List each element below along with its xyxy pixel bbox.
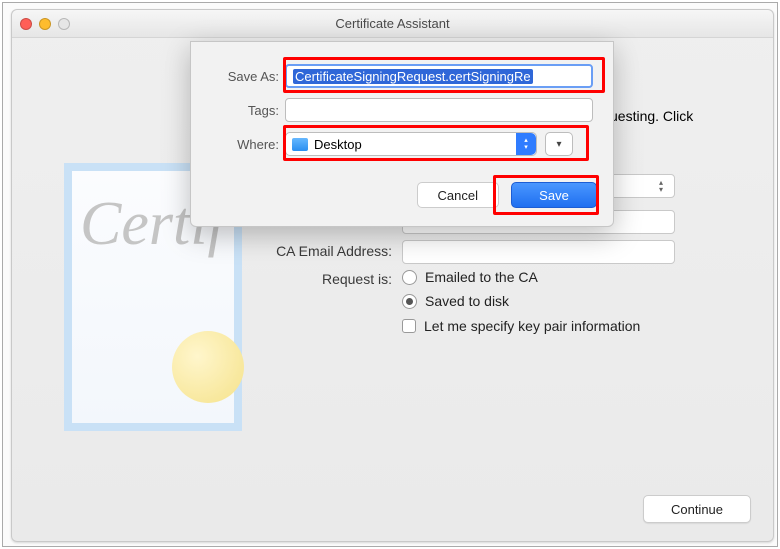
seal-icon <box>172 331 244 403</box>
tags-label: Tags: <box>207 103 285 118</box>
radio-emailed[interactable] <box>402 270 417 285</box>
ca-email-label: CA Email Address: <box>266 243 392 259</box>
continue-button-label: Continue <box>671 502 723 517</box>
continue-button[interactable]: Continue <box>643 495 751 523</box>
radio-saved-label: Saved to disk <box>425 293 509 309</box>
where-label: Where: <box>207 137 285 152</box>
request-is-label: Request is: <box>266 271 392 287</box>
ca-email-field[interactable] <box>402 240 675 264</box>
titlebar: Certificate Assistant <box>12 10 773 38</box>
save-as-field[interactable]: CertificateSigningRequest.certSigningRe <box>285 64 593 88</box>
save-button-label: Save <box>539 188 569 203</box>
specify-keypair-checkbox[interactable] <box>402 319 416 333</box>
folder-icon <box>292 138 308 151</box>
where-stepper-icon: ▴▾ <box>516 133 536 155</box>
cancel-button-label: Cancel <box>438 188 478 203</box>
where-value: Desktop <box>314 137 362 152</box>
chevron-down-icon: ▾ <box>556 139 561 150</box>
save-sheet: Save As: CertificateSigningRequest.certS… <box>190 41 614 227</box>
tags-field[interactable] <box>285 98 593 122</box>
app-window: Certificate Assistant uesting. Click Cer… <box>11 9 774 542</box>
cancel-button[interactable]: Cancel <box>417 182 499 208</box>
radio-emailed-label: Emailed to the CA <box>425 269 538 285</box>
expand-button[interactable]: ▾ <box>545 132 573 156</box>
save-as-label: Save As: <box>207 69 285 84</box>
where-select[interactable]: Desktop ▴▾ <box>285 132 537 156</box>
save-as-value: CertificateSigningRequest.certSigningRe <box>293 69 533 84</box>
window-title: Certificate Assistant <box>12 16 773 31</box>
radio-saved[interactable] <box>402 294 417 309</box>
specify-keypair-label: Let me specify key pair information <box>424 318 640 334</box>
save-button[interactable]: Save <box>511 182 597 208</box>
instruction-text-fragment: uesting. Click <box>610 108 693 124</box>
